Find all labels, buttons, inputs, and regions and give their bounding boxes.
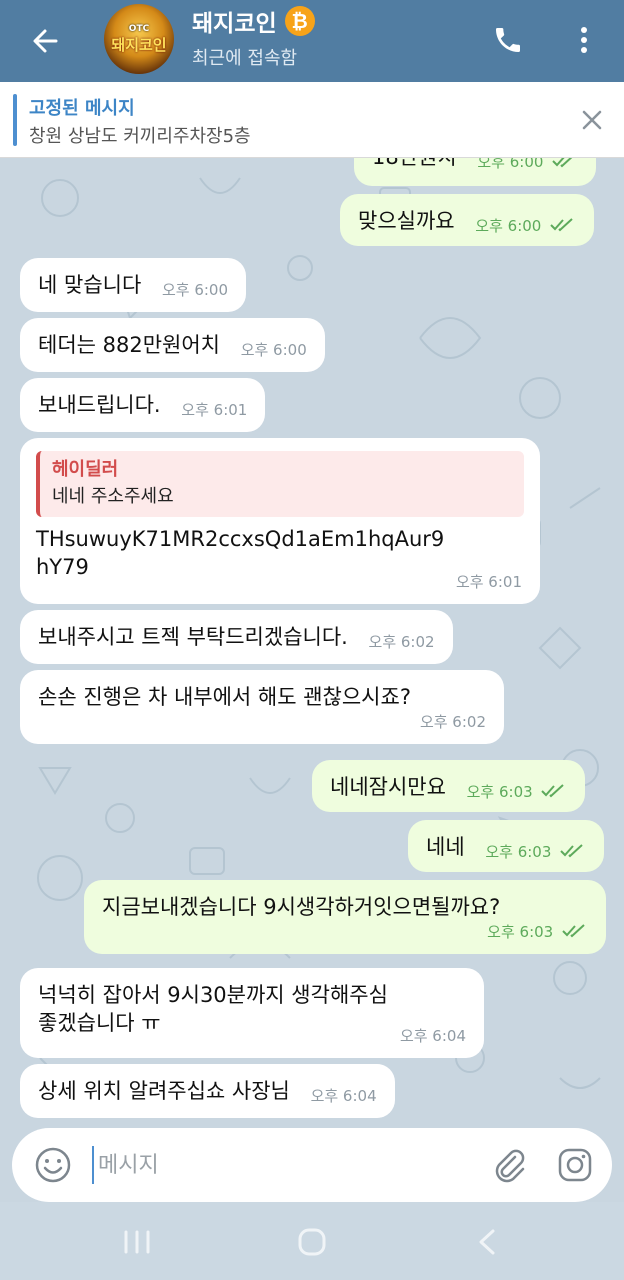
- message-time: 오후 6:00: [240, 341, 307, 359]
- emoji-icon: [35, 1147, 71, 1183]
- message-bubble-outgoing[interactable]: 지금보내겠습니다 9시생각하거잇으면될까요? 오후 6:03: [84, 880, 606, 954]
- back-chevron-icon: [479, 1229, 495, 1255]
- paperclip-icon: [495, 1149, 525, 1183]
- message-time: 오후 6:00: [477, 158, 544, 171]
- reply-preview[interactable]: 헤이딜러 네네 주소주세요: [36, 451, 524, 517]
- system-navigation-bar: [0, 1202, 624, 1280]
- message-composer: [12, 1128, 612, 1202]
- message-bubble-incoming[interactable]: 손손 진행은 차 내부에서 해도 괜찮으시죠? 오후 6:02: [20, 670, 504, 744]
- camera-icon: [558, 1148, 592, 1182]
- chat-status: 최근에 접속함: [192, 48, 298, 69]
- avatar-line2: 돼지코인: [111, 35, 167, 54]
- message-time: 오후 6:01: [455, 573, 522, 591]
- message-bubble-outgoing[interactable]: 네네잠시만요 오후 6:03: [312, 760, 586, 812]
- back-arrow-icon: [33, 29, 58, 53]
- recent-apps-button[interactable]: [112, 1222, 162, 1262]
- message-text: 상세 위치 알려주십쇼 사장님: [38, 1079, 290, 1103]
- phone-icon: [496, 28, 520, 52]
- message-input[interactable]: [92, 1146, 472, 1184]
- pinned-title: 고정된 메시지: [29, 98, 135, 119]
- message-bubble-incoming[interactable]: 테더는 882만원어치 오후 6:00: [20, 318, 325, 372]
- message-text: 네 맞습니다: [38, 273, 142, 297]
- message-bubble-outgoing[interactable]: 18만원치 오후 6:00: [354, 158, 597, 186]
- call-button[interactable]: [488, 20, 528, 60]
- message-text: 보내주시고 트젝 부탁드리겠습니다.: [38, 625, 348, 649]
- message-time: 오후 6:00: [161, 281, 229, 299]
- message-text-line: THsuwuyK71MR2ccxsQd1aEm1hqAur9: [36, 527, 445, 551]
- message-time: 오후 6:03: [487, 923, 554, 941]
- message-list[interactable]: 18만원치 오후 6:00 맞으실까요 오후 6:00 네 맞습니다 오후 6:…: [0, 158, 624, 1128]
- message-time: 오후 6:01: [181, 401, 248, 419]
- pinned-message-bar[interactable]: 고정된 메시지 창원 상남도 커끼리주차장5층: [0, 82, 624, 158]
- message-text: 보내드립니다.: [38, 393, 161, 417]
- emoji-button[interactable]: [32, 1144, 74, 1186]
- message-time: 오후 6:03: [485, 843, 552, 861]
- back-nav-button[interactable]: [462, 1222, 512, 1262]
- pinned-close-button[interactable]: [572, 100, 612, 140]
- pinned-accent-bar: [13, 94, 17, 146]
- message-bubble-incoming[interactable]: 네 맞습니다 오후 6:00: [20, 258, 247, 312]
- home-icon: [298, 1228, 326, 1256]
- read-ticks-icon: [552, 158, 573, 168]
- read-ticks-icon: [562, 924, 585, 938]
- chat-header: OTC 돼지코인 돼지코인 ₿ 최근에 접속함: [0, 0, 624, 82]
- chat-title: 돼지코인: [192, 11, 277, 37]
- message-time: 오후 6:04: [310, 1087, 377, 1105]
- message-bubble-outgoing[interactable]: 맞으실까요 오후 6:00: [340, 194, 595, 246]
- message-bubble-outgoing[interactable]: 네네 오후 6:03: [408, 820, 605, 872]
- message-time: 오후 6:02: [368, 633, 435, 651]
- read-ticks-icon: [560, 844, 583, 858]
- message-text: 맞으실까요: [358, 209, 455, 233]
- message-bubble-incoming-reply[interactable]: 헤이딜러 네네 주소주세요 THsuwuyK71MR2ccxsQd1aEm1hq…: [20, 438, 540, 604]
- message-bubble-incoming[interactable]: 보내드립니다. 오후 6:01: [20, 378, 266, 432]
- message-text: 네네잠시만요: [330, 775, 446, 799]
- recent-apps-icon: [124, 1230, 150, 1254]
- message-text-line: hY79: [36, 555, 89, 579]
- camera-button[interactable]: [554, 1144, 596, 1186]
- message-text-line: 넉넉히 잡아서 9시30분까지 생각해주심: [38, 983, 388, 1007]
- message-time: 오후 6:04: [399, 1027, 466, 1045]
- avatar-line1: OTC: [128, 23, 150, 34]
- message-text: 네네: [426, 835, 465, 859]
- read-ticks-icon: [541, 784, 565, 798]
- message-time: 오후 6:02: [419, 713, 486, 731]
- reply-text: 네네 주소주세요: [52, 486, 174, 507]
- avatar[interactable]: OTC 돼지코인: [104, 4, 174, 74]
- message-bubble-incoming[interactable]: 상세 위치 알려주십쇼 사장님 오후 6:04: [20, 1064, 395, 1118]
- home-button[interactable]: [287, 1222, 337, 1262]
- attach-button[interactable]: [488, 1144, 530, 1186]
- pinned-text: 창원 상남도 커끼리주차장5층: [29, 126, 251, 147]
- message-time: 오후 6:03: [466, 783, 533, 801]
- read-ticks-icon: [550, 218, 573, 232]
- bitcoin-badge-icon: ₿: [284, 6, 315, 36]
- message-bubble-incoming[interactable]: 넉넉히 잡아서 9시30분까지 생각해주심 좋겠습니다 ㅠ 오후 6:04: [20, 968, 484, 1058]
- back-button[interactable]: [0, 0, 90, 82]
- message-text: 테더는 882만원어치: [38, 333, 220, 357]
- message-text: 18만원치: [372, 158, 457, 169]
- message-time: 오후 6:00: [475, 217, 542, 235]
- title-block[interactable]: 돼지코인 ₿ 최근에 접속함: [192, 6, 315, 70]
- message-text: 지금보내겠습니다 9시생각하거잇으면될까요?: [102, 895, 501, 919]
- more-vertical-icon: [581, 27, 587, 53]
- message-bubble-incoming[interactable]: 보내주시고 트젝 부탁드리겠습니다. 오후 6:02: [20, 610, 453, 664]
- reply-sender-name: 헤이딜러: [52, 459, 119, 480]
- more-menu-button[interactable]: [566, 20, 602, 60]
- close-icon: [582, 110, 602, 130]
- message-text: 손손 진행은 차 내부에서 해도 괜찮으시죠?: [38, 685, 411, 709]
